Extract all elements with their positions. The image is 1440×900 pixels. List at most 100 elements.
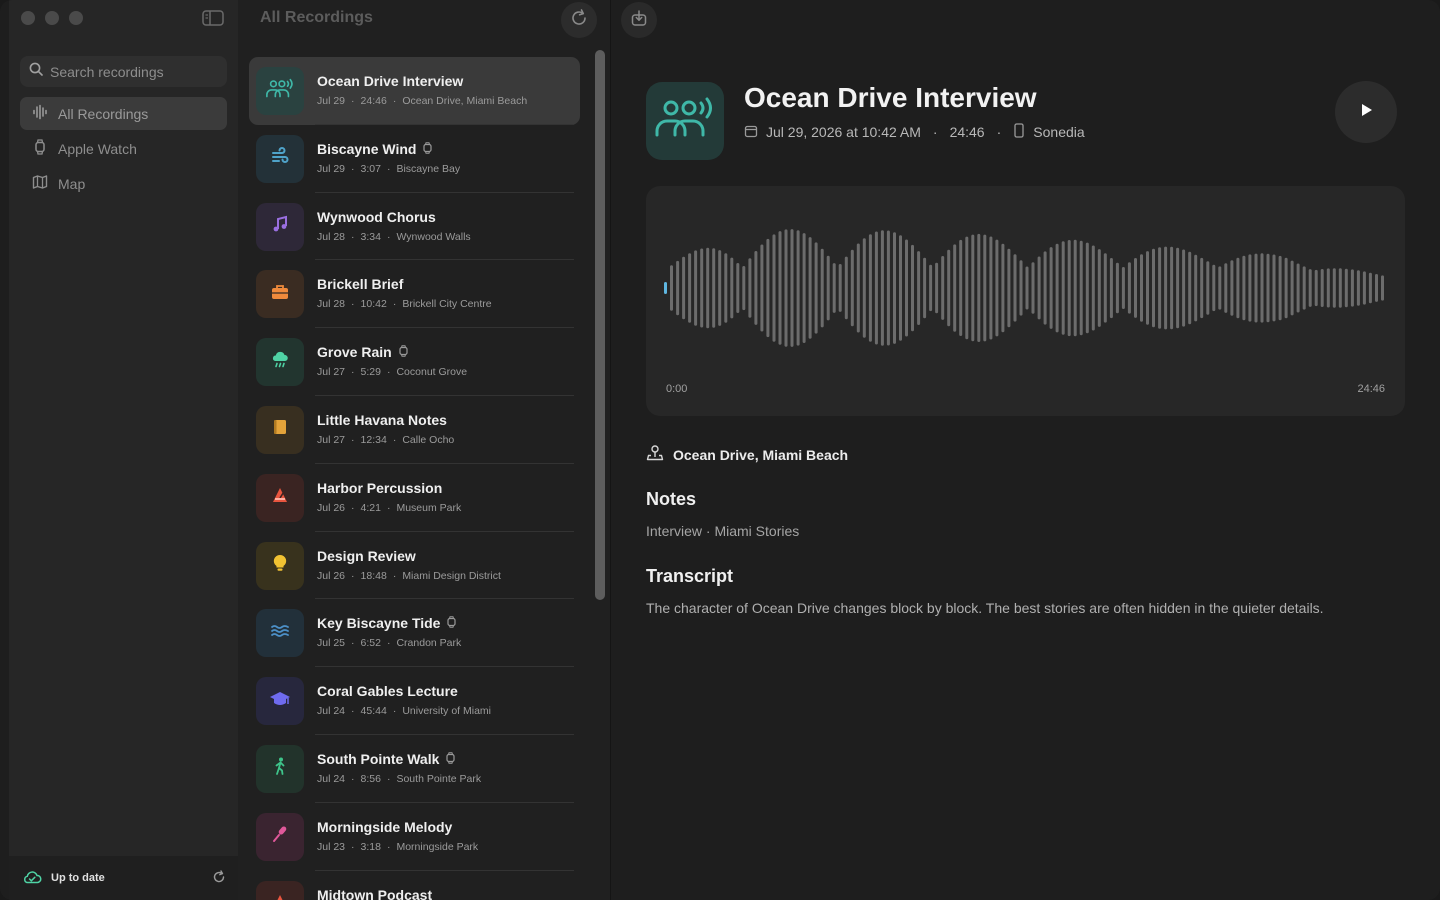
recording-row[interactable]: Wynwood Chorus Jul 28 · 3:34 · Wynwood Walls: [249, 193, 580, 261]
recording-duration: 4:21: [360, 501, 381, 514]
recording-row[interactable]: Biscayne Wind Jul 29 · 3:07 · Biscayne Bay: [249, 125, 580, 193]
meta-separator: ·: [351, 95, 355, 107]
recording-title: Biscayne Wind: [317, 141, 433, 157]
sidebar-toggle-icon[interactable]: [202, 9, 224, 27]
sidebar: All Recordings Apple Watch Map Up to dat…: [9, 0, 238, 900]
waveform-player[interactable]: 0:00 24:46: [646, 186, 1405, 416]
refresh-icon: [569, 8, 589, 33]
waveform-bar: [1164, 246, 1168, 330]
sidebar-item-map[interactable]: Map: [20, 167, 227, 200]
meta-separator: ·: [392, 433, 397, 446]
recording-thumbnail: [256, 270, 304, 319]
export-button[interactable]: [621, 2, 657, 38]
meta-separator: ·: [351, 162, 355, 175]
waveform-bar: [874, 231, 878, 345]
search-field[interactable]: [20, 56, 227, 87]
waveform-bar: [1218, 266, 1222, 310]
meta-separator: ·: [386, 501, 391, 514]
waveform-bar: [1073, 239, 1077, 337]
waveform-bar: [1344, 268, 1348, 308]
search-input[interactable]: [50, 63, 220, 80]
waveform-bar: [1326, 268, 1330, 308]
waveform-bar: [947, 249, 951, 327]
waveform-bar: [965, 236, 969, 340]
recordings-list-pane: All Recordings Ocean Drive Interview Jul …: [238, 0, 610, 900]
recording-title: Grove Rain: [317, 344, 408, 360]
recording-place: Coconut Grove: [396, 366, 468, 379]
waveform-bar: [1115, 262, 1119, 314]
waveform-bar: [1302, 266, 1306, 310]
recording-row[interactable]: Design Review Jul 26 · 18:48 · Miami Design D…: [249, 532, 580, 600]
recording-meta: Jul 23 · 3:18 · Morningside Park: [317, 841, 478, 853]
recording-title-text: Ocean Drive Interview: [317, 73, 464, 89]
waveform-bar: [880, 230, 884, 346]
recording-title: Brickell Brief: [317, 276, 403, 292]
recording-row[interactable]: Midtown Podcast: [249, 871, 580, 900]
waveform-bar: [682, 256, 686, 320]
waveform-bar: [1356, 270, 1360, 306]
meta-separator: ·: [386, 772, 391, 785]
waveform-bar: [1031, 262, 1035, 314]
waveform-bar: [1001, 243, 1005, 333]
recording-row[interactable]: Morningside Melody Jul 23 · 3:18 · Morningsid…: [249, 803, 580, 871]
microphone-icon: [270, 824, 290, 849]
recording-date: Jul 28: [317, 230, 346, 243]
list-scrollbar[interactable]: [595, 50, 605, 600]
waveform-bar: [1200, 257, 1204, 319]
waveform-bar: [1146, 251, 1149, 325]
waveform-bar: [923, 257, 927, 319]
recording-row[interactable]: Coral Gables Lecture Jul 24 · 45:44 · Univers…: [249, 667, 580, 735]
recording-row[interactable]: South Pointe Walk Jul 24 · 8:56 · South Point…: [249, 735, 580, 803]
recording-row[interactable]: Key Biscayne Tide Jul 25 · 6:52 · Crandon Par…: [249, 599, 580, 668]
sync-refresh-icon[interactable]: [212, 870, 226, 887]
music-note-icon: [270, 214, 290, 239]
refresh-button[interactable]: [561, 2, 597, 38]
recording-row[interactable]: Harbor Percussion Jul 26 · 4:21 · Museum Park: [249, 464, 580, 532]
waveform-bar: [989, 236, 993, 340]
waveform[interactable]: [664, 226, 1387, 350]
meta-separator: ·: [392, 298, 397, 311]
waveform-bar: [694, 250, 698, 326]
recording-row[interactable]: Ocean Drive Interview Jul 29 · 24:46 · Ocean …: [249, 57, 580, 125]
recording-row[interactable]: Brickell Brief Jul 28 · 10:42 · Brickell City…: [249, 260, 580, 329]
lightbulb-icon: [270, 553, 290, 578]
meta-separator: ·: [386, 637, 391, 650]
waveform-bar: [772, 234, 776, 342]
recording-title-text: Midtown Podcast: [317, 886, 433, 900]
meta-separator: ·: [351, 569, 355, 582]
waveform-bar: [670, 265, 673, 311]
wind-icon: [270, 146, 290, 171]
sidebar-item-all-recordings[interactable]: All Recordings: [20, 97, 227, 130]
waveform-bar: [1019, 260, 1023, 316]
recording-thumbnail: [256, 338, 304, 387]
minimize-window-button[interactable]: [45, 11, 59, 25]
recording-title: Midtown Podcast: [317, 887, 432, 900]
recording-date: Jul 29: [317, 95, 346, 107]
waveform-bar: [977, 233, 981, 342]
play-button[interactable]: [1335, 81, 1397, 143]
meta-separator: ·: [351, 840, 355, 853]
recording-place: Calle Ocho: [402, 433, 455, 446]
waveform-bar: [712, 248, 716, 328]
waveform-bar: [1079, 240, 1083, 336]
sidebar-item-label: All Recordings: [58, 105, 149, 122]
recording-date: Jul 23: [317, 840, 346, 853]
waveform-bar: [1067, 240, 1071, 337]
app-window: All Recordings Apple Watch Map Up to dat…: [0, 0, 1440, 900]
waveform-bar: [1278, 255, 1282, 321]
waveform-bar: [1091, 245, 1095, 331]
recording-row[interactable]: Grove Rain Jul 27 · 5:29 · Coconut Grove: [249, 328, 580, 396]
sidebar-item-apple-watch[interactable]: Apple Watch: [20, 132, 227, 165]
podcast-icon: [270, 892, 290, 900]
recording-title-text: Key Biscayne Tide: [317, 615, 441, 632]
waveform-bar: [1134, 258, 1137, 318]
recording-date: Jul 27: [317, 433, 346, 446]
meta-separator: ·: [392, 569, 397, 582]
close-window-button[interactable]: [21, 11, 35, 25]
recording-title-text: Morningside Melody: [317, 818, 453, 835]
waveform-bar: [1332, 268, 1336, 308]
recording-row[interactable]: Little Havana Notes Jul 27 · 12:34 · Calle Oc…: [249, 396, 580, 464]
zoom-window-button[interactable]: [69, 11, 83, 25]
waveform-bar: [1224, 263, 1228, 313]
meta-separator: ·: [932, 124, 938, 140]
